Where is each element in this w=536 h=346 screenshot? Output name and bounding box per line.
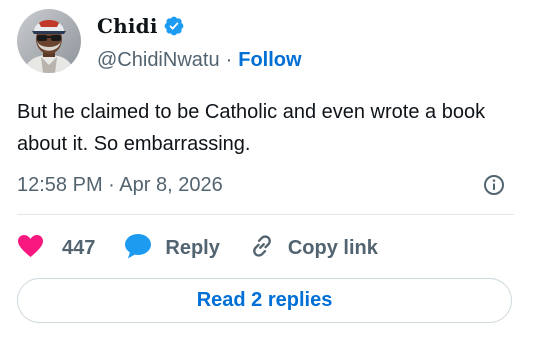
follow-button[interactable]: Follow xyxy=(238,49,301,72)
tweet-time: 12:58 PM xyxy=(17,174,103,196)
reply-button[interactable]: Reply xyxy=(123,232,220,265)
divider xyxy=(17,214,514,215)
handle-separator: · xyxy=(225,48,233,71)
reply-bubble-icon xyxy=(123,232,153,265)
copy-link-button[interactable]: Copy link xyxy=(248,232,378,265)
tweet-card: Chidi @ChidiNwatu · Follow But he claime… xyxy=(0,0,536,346)
read-replies-label: Read 2 replies xyxy=(196,289,333,311)
tweet-timestamp[interactable]: 12:58 PM · Apr 8, 2026 xyxy=(17,172,223,198)
like-count: 447 xyxy=(62,236,96,259)
reply-label: Reply xyxy=(165,236,220,259)
author-name-row: Chidi xyxy=(97,14,185,38)
timestamp-separator: · xyxy=(108,174,115,196)
like-button[interactable]: 447 xyxy=(17,234,95,263)
avatar-photo xyxy=(17,9,81,73)
tweet-text: But he claimed to be Catholic and even w… xyxy=(17,101,486,155)
avatar[interactable] xyxy=(17,9,81,73)
link-icon xyxy=(248,232,276,265)
read-replies-button[interactable]: Read 2 replies xyxy=(17,278,512,323)
tweet-actions: 447 Reply Copy link xyxy=(17,232,406,264)
author-display-name[interactable]: Chidi xyxy=(97,14,158,38)
author-handle-row: @ChidiNwatu · Follow xyxy=(97,47,302,73)
copy-link-label: Copy link xyxy=(287,236,378,259)
verified-badge-icon xyxy=(163,15,185,37)
info-icon[interactable] xyxy=(483,174,505,196)
tweet-date: Apr 8, 2026 xyxy=(119,174,223,196)
heart-icon xyxy=(17,234,44,263)
author-handle[interactable]: @ChidiNwatu xyxy=(97,49,220,72)
